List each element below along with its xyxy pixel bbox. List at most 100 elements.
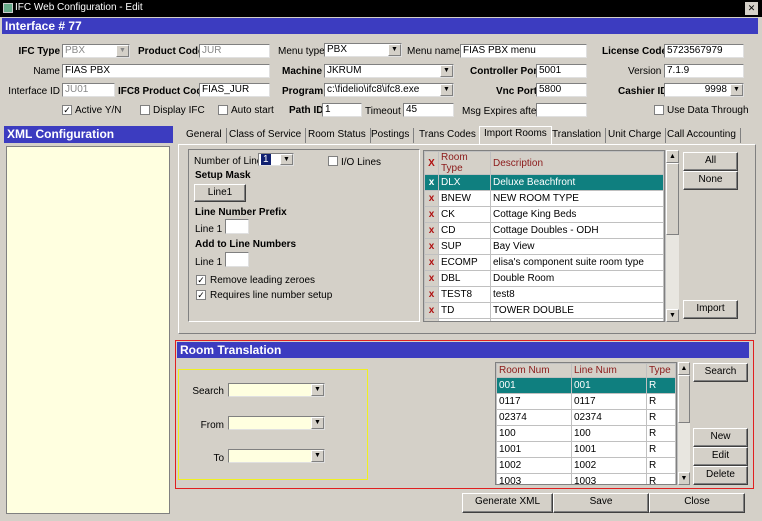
description-column-header[interactable]: Description bbox=[490, 151, 664, 175]
requires-setup-checkbox[interactable]: ✓ bbox=[196, 290, 206, 300]
tab-postings[interactable]: Postings bbox=[367, 128, 415, 143]
timeout-field[interactable]: 45 bbox=[403, 103, 454, 117]
room-type-row[interactable]: x DLX Deluxe Beachfront bbox=[424, 174, 664, 191]
dropdown-arrow-icon[interactable]: ▼ bbox=[116, 45, 129, 57]
delete-row-icon[interactable]: x bbox=[424, 302, 439, 319]
generate-xml-button[interactable]: Generate XML bbox=[462, 493, 553, 513]
ifc-type-select[interactable]: PBX ▼ bbox=[62, 44, 130, 58]
auto-start-checkbox[interactable] bbox=[218, 105, 228, 115]
line-num-column-header[interactable]: Line Num bbox=[571, 363, 647, 378]
room-type-row[interactable]: x CD Cottage Doubles - ODH bbox=[424, 222, 664, 239]
controller-port-field[interactable]: 5001 bbox=[536, 64, 587, 78]
tab-room-status[interactable]: Room Status bbox=[304, 128, 371, 143]
edit-button[interactable]: Edit bbox=[693, 447, 748, 466]
save-button[interactable]: Save bbox=[553, 493, 649, 513]
room-type-row[interactable]: xTKTower King bbox=[424, 318, 664, 321]
room-type-scrollbar[interactable]: ▲ ▼ bbox=[665, 150, 679, 322]
room-type-row[interactable]: x BNEW NEW ROOM TYPE bbox=[424, 190, 664, 207]
tab-translation[interactable]: Translation bbox=[548, 128, 607, 143]
close-button[interactable]: Close bbox=[649, 493, 745, 513]
type-column-header[interactable]: Type bbox=[646, 363, 676, 378]
translation-row[interactable]: 0117 0117 R bbox=[496, 393, 676, 410]
delete-row-icon[interactable]: x bbox=[424, 254, 439, 271]
line1-button[interactable]: Line1 bbox=[194, 184, 246, 202]
room-type-row[interactable]: x SUP Bay View bbox=[424, 238, 664, 255]
license-code-field[interactable]: 5723567979 bbox=[664, 44, 744, 58]
all-button[interactable]: All bbox=[683, 152, 738, 171]
none-button[interactable]: None bbox=[683, 171, 738, 190]
new-button[interactable]: New bbox=[693, 428, 748, 447]
to-select[interactable]: ▼ bbox=[228, 449, 325, 463]
remove-zeroes-checkbox[interactable]: ✓ bbox=[196, 275, 206, 285]
room-num-column-header[interactable]: Room Num bbox=[496, 363, 572, 378]
translation-row[interactable]: 100 100 R bbox=[496, 425, 676, 442]
use-data-through-checkbox[interactable] bbox=[654, 105, 664, 115]
delete-row-icon[interactable]: x bbox=[424, 286, 439, 303]
delete-row-icon[interactable]: x bbox=[424, 318, 439, 321]
spinner-icon[interactable]: ▼ bbox=[730, 84, 743, 96]
translation-row[interactable]: 1001 1001 R bbox=[496, 441, 676, 458]
delete-row-icon[interactable]: x bbox=[424, 174, 439, 191]
translation-scrollbar[interactable]: ▲ ▼ bbox=[677, 362, 690, 485]
tab-unit-charge[interactable]: Unit Charge bbox=[604, 128, 667, 143]
delete-row-icon[interactable]: x bbox=[424, 206, 439, 223]
path-id-field[interactable]: 1 bbox=[322, 103, 362, 117]
io-lines-checkbox[interactable] bbox=[328, 156, 338, 166]
translation-row[interactable]: 001 001 R bbox=[496, 377, 676, 394]
scroll-thumb[interactable] bbox=[666, 163, 679, 235]
room-type-column-header[interactable]: Room Type bbox=[438, 151, 491, 175]
delete-row-icon[interactable]: x bbox=[424, 190, 439, 207]
prefix-line1-field[interactable] bbox=[225, 219, 249, 234]
translation-row[interactable]: 1003 1003 R bbox=[496, 473, 676, 484]
scroll-thumb[interactable] bbox=[678, 375, 690, 423]
delete-row-icon[interactable]: x bbox=[424, 222, 439, 239]
display-ifc-checkbox[interactable] bbox=[140, 105, 150, 115]
dropdown-arrow-icon[interactable]: ▼ bbox=[311, 450, 324, 462]
room-type-row[interactable]: x TEST8 test8 bbox=[424, 286, 664, 303]
ifc8-product-code-field[interactable]: FIAS_JUR bbox=[199, 83, 270, 97]
translation-row[interactable]: 02374 02374 R bbox=[496, 409, 676, 426]
tab-class-of-service[interactable]: Class of Service bbox=[225, 128, 307, 143]
import-button[interactable]: Import bbox=[683, 300, 738, 319]
scroll-down-icon[interactable]: ▼ bbox=[666, 309, 679, 322]
scroll-up-icon[interactable]: ▲ bbox=[678, 362, 690, 375]
number-of-lines-select[interactable]: 1 ▼ bbox=[258, 153, 294, 166]
tab-import-rooms[interactable]: Import Rooms bbox=[479, 126, 552, 144]
search-select[interactable]: ▼ bbox=[228, 383, 325, 397]
tab-call-accounting[interactable]: Call Accounting bbox=[663, 128, 741, 143]
xml-config-panel[interactable] bbox=[6, 146, 170, 514]
delete-row-icon[interactable]: x bbox=[424, 238, 439, 255]
dropdown-arrow-icon[interactable]: ▼ bbox=[440, 84, 453, 96]
menu-type-select[interactable]: PBX ▼ bbox=[324, 43, 402, 57]
dropdown-arrow-icon[interactable]: ▼ bbox=[440, 65, 453, 77]
machine-select[interactable]: JKRUM ▼ bbox=[324, 64, 454, 78]
program-select[interactable]: c:\fidelio\ifc8\ifc8.exe ▼ bbox=[324, 83, 454, 97]
tab-general[interactable]: General bbox=[182, 128, 227, 143]
name-field[interactable]: FIAS PBX bbox=[62, 64, 270, 78]
active-checkbox[interactable]: ✓ bbox=[62, 105, 72, 115]
interface-id-field[interactable]: JU01 bbox=[62, 83, 115, 97]
add-line1-field[interactable] bbox=[225, 252, 249, 267]
dropdown-arrow-icon[interactable]: ▼ bbox=[388, 44, 401, 56]
version-field[interactable]: 7.1.9 bbox=[664, 64, 744, 78]
close-icon[interactable]: ✕ bbox=[745, 2, 758, 15]
room-type-row[interactable]: x ECOMP elisa's component suite room type bbox=[424, 254, 664, 271]
translation-row[interactable]: 1002 1002 R bbox=[496, 457, 676, 474]
scroll-down-icon[interactable]: ▼ bbox=[678, 472, 690, 485]
delete-row-icon[interactable]: x bbox=[424, 270, 439, 287]
scroll-up-icon[interactable]: ▲ bbox=[666, 150, 679, 163]
room-type-row[interactable]: x CK Cottage King Beds bbox=[424, 206, 664, 223]
tab-trans-codes[interactable]: Trans Codes bbox=[415, 128, 481, 143]
dropdown-arrow-icon[interactable]: ▼ bbox=[311, 417, 324, 429]
search-button[interactable]: Search bbox=[693, 363, 748, 382]
delete-button[interactable]: Delete bbox=[693, 466, 748, 485]
dropdown-arrow-icon[interactable]: ▼ bbox=[280, 154, 293, 165]
dropdown-arrow-icon[interactable]: ▼ bbox=[311, 384, 324, 396]
msg-expires-field[interactable] bbox=[536, 103, 587, 117]
room-type-row[interactable]: x TD TOWER DOUBLE bbox=[424, 302, 664, 319]
room-type-row[interactable]: x DBL Double Room bbox=[424, 270, 664, 287]
product-code-field[interactable]: JUR bbox=[199, 44, 270, 58]
menu-name-field[interactable]: FIAS PBX menu bbox=[460, 44, 587, 58]
cashier-id-field[interactable]: 9998 ▼ bbox=[664, 83, 744, 97]
from-select[interactable]: ▼ bbox=[228, 416, 325, 430]
